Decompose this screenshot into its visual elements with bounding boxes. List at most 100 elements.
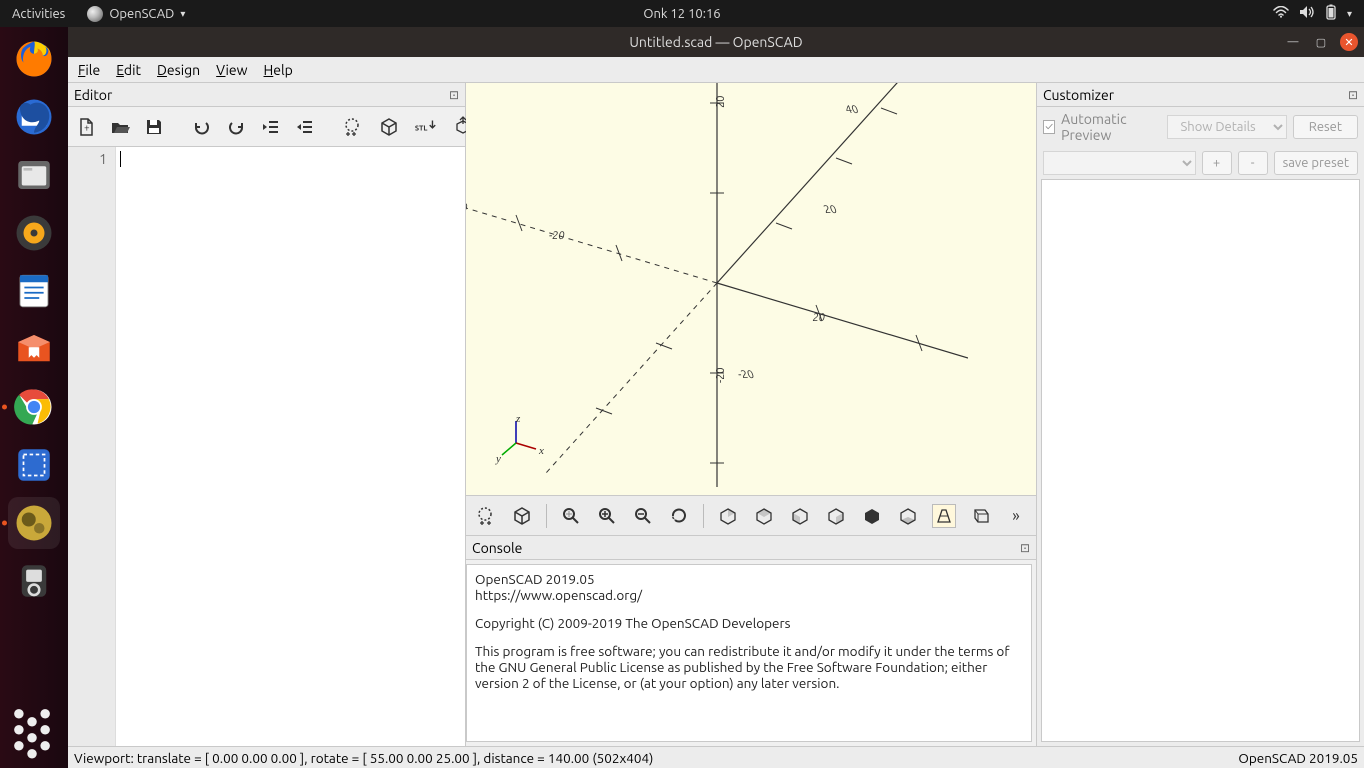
line-gutter: 1: [68, 147, 116, 746]
app-indicator-label: OpenSCAD: [109, 7, 174, 21]
svg-text:+: +: [84, 122, 90, 133]
preview-icon[interactable]: [474, 504, 498, 528]
zoom-fit-icon[interactable]: [559, 504, 583, 528]
perspective-icon[interactable]: [932, 504, 956, 528]
preset-remove-button[interactable]: -: [1238, 151, 1268, 175]
customizer-title-bar: Customizer ⊡: [1037, 83, 1364, 107]
view-right-icon[interactable]: [716, 504, 740, 528]
dock-files[interactable]: [8, 149, 60, 201]
dock-openscad[interactable]: [8, 497, 60, 549]
gizmo-z-label: z: [516, 413, 520, 425]
dock-media[interactable]: [8, 555, 60, 607]
preview-icon[interactable]: [342, 115, 364, 139]
unindent-icon[interactable]: [260, 115, 280, 139]
console-line: https://www.openscad.org/: [475, 587, 1023, 603]
svg-text:20: 20: [812, 312, 827, 324]
preset-select[interactable]: [1043, 151, 1196, 175]
console-line: OpenSCAD 2019.05: [475, 571, 1023, 587]
chevron-down-icon: ▾: [180, 8, 185, 20]
zoom-out-icon[interactable]: [631, 504, 655, 528]
titlebar[interactable]: Untitled.scad — OpenSCAD — ▢ ✕: [68, 27, 1364, 57]
toolbar-overflow-icon[interactable]: »: [1004, 504, 1028, 528]
auto-preview-checkbox[interactable]: ✓: [1043, 120, 1055, 134]
menu-help[interactable]: Help: [264, 62, 293, 78]
viewport-3d[interactable]: 20 -20 20 -20 -40 20 40 -20: [466, 83, 1036, 496]
maximize-button[interactable]: ▢: [1312, 33, 1330, 51]
reset-button[interactable]: Reset: [1293, 115, 1358, 139]
dock-screenshot[interactable]: [8, 439, 60, 491]
editor-area[interactable]: 1: [68, 147, 465, 746]
view-left-icon[interactable]: [788, 504, 812, 528]
console-panel: Console ⊡ OpenSCAD 2019.05 https://www.o…: [466, 536, 1036, 746]
console-output[interactable]: OpenSCAD 2019.05 https://www.openscad.or…: [466, 564, 1032, 742]
dock-rhythmbox[interactable]: [8, 207, 60, 259]
dock-writer[interactable]: [8, 265, 60, 317]
menu-view[interactable]: View: [216, 62, 247, 78]
auto-preview-label: Automatic Preview: [1061, 111, 1161, 143]
view-front-icon[interactable]: [824, 504, 848, 528]
editor-toolbar: + STL: [68, 107, 465, 147]
details-select[interactable]: Show Details: [1167, 115, 1286, 139]
save-icon[interactable]: [144, 115, 164, 139]
export-stl-icon[interactable]: STL: [414, 115, 438, 139]
network-icon[interactable]: [1273, 6, 1289, 21]
preset-add-button[interactable]: +: [1202, 151, 1232, 175]
ortho-icon[interactable]: [968, 504, 992, 528]
svg-text:20: 20: [715, 96, 727, 108]
close-button[interactable]: ✕: [1340, 33, 1358, 51]
indent-icon[interactable]: [294, 115, 314, 139]
editor-title-label: Editor: [74, 87, 112, 103]
redo-icon[interactable]: [226, 115, 246, 139]
customizer-panel: Customizer ⊡ ✓ Automatic Preview Show De…: [1036, 83, 1364, 746]
minimize-button[interactable]: —: [1284, 33, 1302, 51]
volume-icon[interactable]: [1299, 5, 1315, 22]
menu-edit[interactable]: Edit: [116, 62, 141, 78]
console-undock-icon[interactable]: ⊡: [1020, 541, 1030, 555]
svg-text:-20: -20: [736, 368, 756, 381]
editor-undock-icon[interactable]: ⊡: [449, 88, 459, 102]
render-cube-icon[interactable]: [510, 504, 534, 528]
menubar: File Edit Design View Help: [68, 57, 1364, 83]
gnome-topbar: Activities OpenSCAD ▾ Onk 12 10:16 ▾: [0, 0, 1364, 27]
customizer-title-label: Customizer: [1043, 87, 1114, 103]
render-icon[interactable]: [378, 115, 400, 139]
clock[interactable]: Onk 12 10:16: [643, 7, 720, 21]
editor-panel: Editor ⊡ + STL 1: [68, 83, 466, 746]
console-line: Copyright (C) 2009-2019 The OpenSCAD Dev…: [475, 615, 1023, 631]
zoom-in-icon[interactable]: [595, 504, 619, 528]
svg-text:-40: -40: [466, 202, 469, 214]
svg-text:-20: -20: [548, 230, 566, 242]
editor-panel-title: Editor ⊡: [68, 83, 465, 107]
svg-text:20: 20: [822, 203, 839, 216]
view-bottom-icon[interactable]: [896, 504, 920, 528]
new-icon[interactable]: +: [76, 115, 96, 139]
viewport-toolbar: »: [466, 496, 1036, 536]
activities-button[interactable]: Activities: [12, 7, 65, 21]
openscad-icon: [87, 6, 103, 22]
menu-design[interactable]: Design: [157, 62, 200, 78]
openscad-window: Untitled.scad — OpenSCAD — ▢ ✕ File Edit…: [68, 27, 1364, 768]
customizer-undock-icon[interactable]: ⊡: [1348, 88, 1358, 102]
console-title-label: Console: [472, 540, 522, 556]
open-icon[interactable]: [110, 115, 130, 139]
dock-software[interactable]: [8, 323, 60, 375]
system-menu-chevron-icon[interactable]: ▾: [1347, 8, 1352, 20]
center-column: 20 -20 20 -20 -40 20 40 -20: [466, 83, 1036, 746]
app-indicator[interactable]: OpenSCAD ▾: [87, 6, 185, 22]
window-title: Untitled.scad — OpenSCAD: [629, 34, 802, 50]
undo-icon[interactable]: [192, 115, 212, 139]
view-top-icon[interactable]: [752, 504, 776, 528]
reset-view-icon[interactable]: [667, 504, 691, 528]
console-line: This program is free software; you can r…: [475, 643, 1023, 691]
save-preset-button[interactable]: save preset: [1274, 151, 1358, 175]
code-input[interactable]: [116, 147, 465, 746]
menu-file[interactable]: File: [78, 62, 100, 78]
gizmo-x-label: x: [539, 445, 544, 457]
battery-icon[interactable]: [1325, 4, 1337, 23]
dock-thunderbird[interactable]: [8, 91, 60, 143]
customizer-body: [1041, 179, 1360, 742]
dock-chrome[interactable]: [8, 381, 60, 433]
view-back-icon[interactable]: [860, 504, 884, 528]
dock-apps-grid[interactable]: ● ● ●● ● ●● ● ●: [8, 716, 60, 768]
dock-firefox[interactable]: [8, 33, 60, 85]
